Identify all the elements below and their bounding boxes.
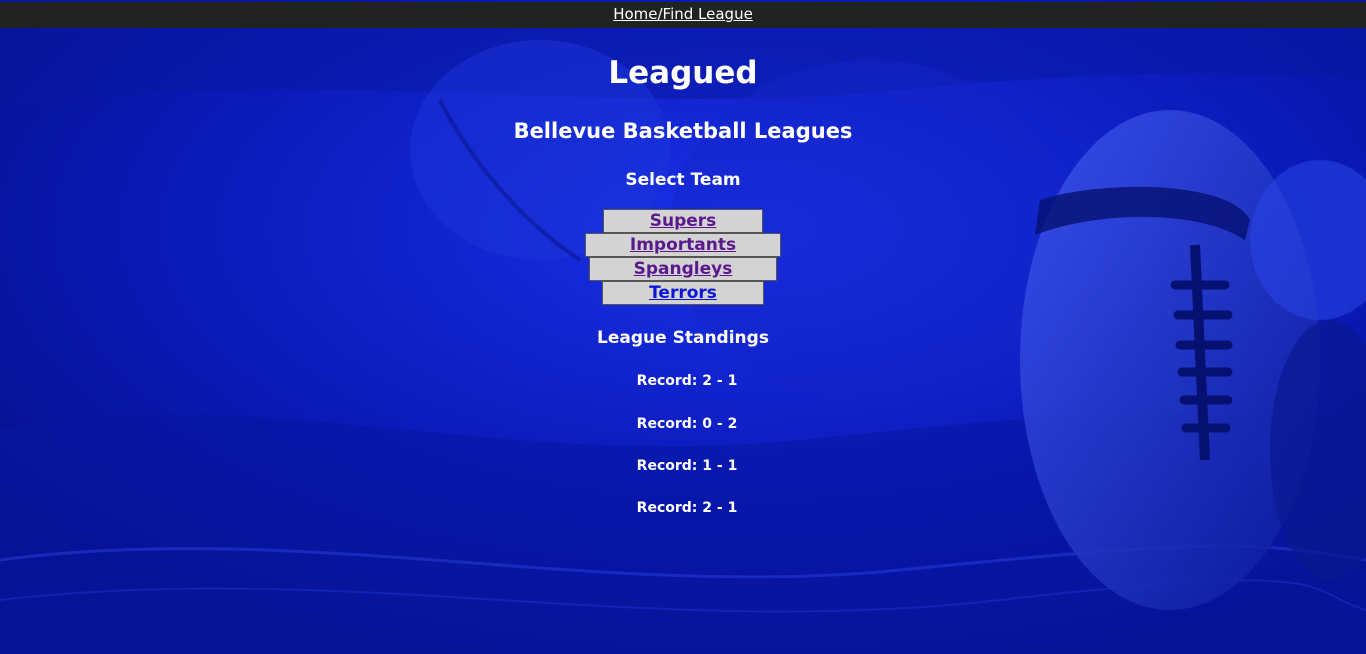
home-find-league-link[interactable]: Home/Find League	[613, 5, 753, 23]
select-team-heading: Select Team	[625, 170, 741, 190]
team-link-terrors[interactable]: Terrors	[649, 283, 717, 303]
team-link-importants[interactable]: Importants	[630, 235, 736, 255]
team-button-terrors[interactable]: Terrors	[602, 281, 764, 305]
team-button-supers[interactable]: Supers	[603, 209, 763, 233]
team-link-supers[interactable]: Supers	[650, 211, 717, 231]
league-subtitle: Bellevue Basketball Leagues	[513, 119, 853, 143]
standing-record: Record: 2 - 1	[636, 373, 738, 389]
league-standings-heading: League Standings	[597, 328, 769, 348]
page-title: Leagued	[608, 55, 758, 91]
standing-record: Record: 1 - 1	[636, 458, 738, 474]
top-nav-bar: Home/Find League	[0, 2, 1366, 28]
team-link-spangleys[interactable]: Spangleys	[634, 259, 733, 279]
team-button-importants[interactable]: Importants	[585, 233, 781, 257]
standing-record: Record: 0 - 2	[636, 416, 738, 432]
standing-record: Record: 2 - 1	[636, 500, 738, 516]
team-button-spangleys[interactable]: Spangleys	[589, 257, 777, 281]
